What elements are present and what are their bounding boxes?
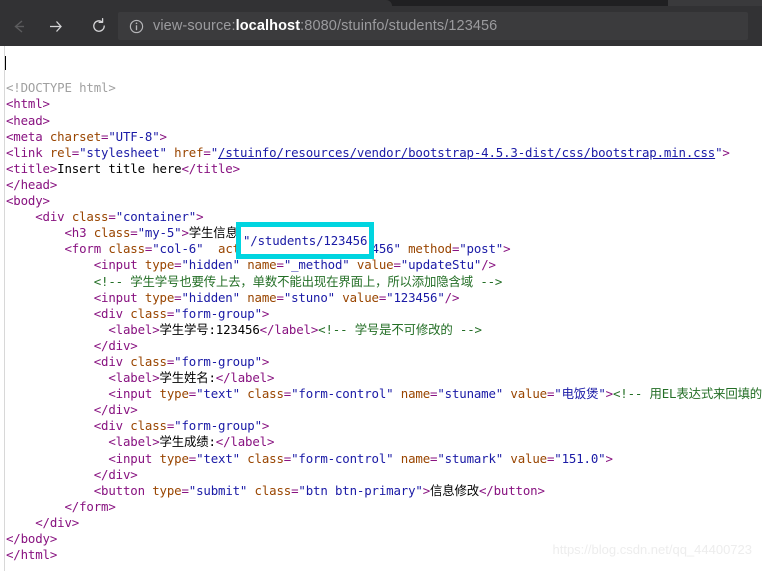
reload-button[interactable] (82, 9, 116, 43)
source-line: <div class="form-group"> (93, 353, 270, 369)
source-line: </form> (64, 498, 116, 514)
source-line: <input type="hidden" name="_method" valu… (93, 257, 496, 273)
cyan-highlight-box (236, 222, 374, 259)
source-line: <title>Insert title here</title> (6, 160, 240, 176)
source-line: <label>学生成绩:</label> (108, 434, 275, 450)
source-line: </div> (35, 514, 80, 530)
page-gutter (0, 46, 5, 571)
browser-chrome: view-source:localhost:8080/stuinfo/stude… (0, 0, 762, 46)
source-line: <label>学生姓名:</label> (108, 370, 275, 386)
source-line: <label>学生学号:123456</label><!-- 学号是不可修改的 … (108, 321, 482, 337)
source-line: <input type="text" class="form-control" … (108, 386, 762, 402)
source-line: <head> (6, 112, 50, 128)
source-line: <input type="hidden" name="stuno" value=… (93, 289, 460, 305)
source-line: <body> (6, 193, 50, 209)
site-info-icon[interactable] (126, 16, 146, 36)
source-line: <div class="form-group"> (93, 305, 270, 321)
source-line: <!DOCTYPE html> (6, 80, 116, 96)
back-button[interactable] (2, 9, 36, 43)
url-host: localhost (235, 18, 301, 34)
source-line: </div> (93, 337, 138, 353)
source-line: <button type="submit" class="btn btn-pri… (93, 482, 545, 498)
url-text: view-source:localhost:8080/stuinfo/stude… (153, 18, 497, 34)
source-line: <input type="text" class="form-control" … (108, 450, 613, 466)
source-line: <!-- 学生学号也要传上去，单数不能出现在界面上，所以添加隐含域 --> (93, 273, 503, 289)
source-line: </div> (93, 402, 138, 418)
view-source-page: <!DOCTYPE html> <html> <head> <meta charset… (0, 46, 762, 571)
url-path: :8080/stuinfo/students/123456 (300, 18, 498, 34)
watermark: https://blog.csdn.net/qq_44400723 (552, 542, 753, 557)
source-line: </head> (6, 176, 58, 192)
arrow-right-icon (49, 20, 62, 32)
source-code-block[interactable]: <!DOCTYPE html> <html> <head> <meta charset… (6, 80, 762, 563)
source-line: <link rel="stylesheet" href="/stuinfo/re… (6, 144, 730, 160)
source-line: <form class="col-6" action="/students/12… (64, 241, 511, 257)
source-line: <html> (6, 96, 50, 112)
address-bar[interactable]: view-source:localhost:8080/stuinfo/stude… (118, 12, 748, 40)
info-circle-icon (129, 19, 143, 33)
url-scheme: view-source: (153, 18, 236, 34)
source-line: <h3 class="my-5">学生信息修改</h3> (64, 225, 298, 241)
source-line: <div class="form-group"> (93, 418, 270, 434)
reload-icon (93, 17, 105, 32)
forward-button[interactable] (38, 9, 72, 43)
source-line: <meta charset="UTF-8"> (6, 128, 167, 144)
text-caret (5, 56, 6, 70)
source-line: </div> (93, 466, 138, 482)
source-line: <div class="container"> (35, 209, 204, 225)
arrow-left-icon (13, 19, 24, 33)
